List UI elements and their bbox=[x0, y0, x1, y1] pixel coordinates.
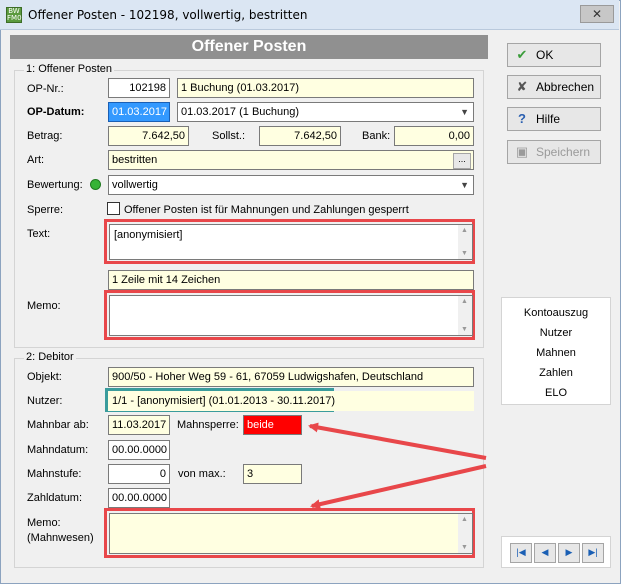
abbrechen-button[interactable]: ✘ Abbrechen bbox=[507, 75, 601, 99]
save-disk-icon: ▣ bbox=[515, 144, 529, 159]
ok-button-label: OK bbox=[536, 48, 554, 62]
annotation-arrow-mahnsperre bbox=[308, 422, 487, 460]
link-zahlen[interactable]: Zahlen bbox=[502, 367, 610, 379]
help-question-icon: ? bbox=[518, 111, 526, 126]
side-links-panel: Kontoauszug Nutzer Mahnen Zahlen ELO bbox=[501, 297, 611, 405]
hilfe-button[interactable]: ? Hilfe bbox=[507, 107, 601, 131]
hilfe-button-label: Hilfe bbox=[536, 112, 561, 126]
speichern-button-label: Speichern bbox=[536, 145, 591, 159]
cancel-x-icon: ✘ bbox=[516, 79, 528, 94]
link-mahnen[interactable]: Mahnen bbox=[502, 347, 610, 359]
abbrechen-button-label: Abbrechen bbox=[536, 80, 595, 94]
record-navigation: |◀ ◀ ▶ ▶| bbox=[501, 536, 611, 568]
checkmark-icon: ✔ bbox=[516, 47, 528, 62]
prev-record-button[interactable]: ◀ bbox=[534, 543, 556, 563]
link-elo[interactable]: ELO bbox=[502, 387, 610, 399]
link-kontoauszug[interactable]: Kontoauszug bbox=[502, 307, 610, 319]
next-record-button[interactable]: ▶ bbox=[558, 543, 580, 563]
speichern-button[interactable]: ▣ Speichern bbox=[507, 140, 601, 164]
first-record-button[interactable]: |◀ bbox=[510, 543, 532, 563]
last-record-button[interactable]: ▶| bbox=[582, 543, 604, 563]
ok-button[interactable]: ✔ OK bbox=[507, 43, 601, 67]
annotation-arrow-memo-mahnwesen bbox=[310, 464, 487, 510]
link-nutzer[interactable]: Nutzer bbox=[502, 327, 610, 339]
